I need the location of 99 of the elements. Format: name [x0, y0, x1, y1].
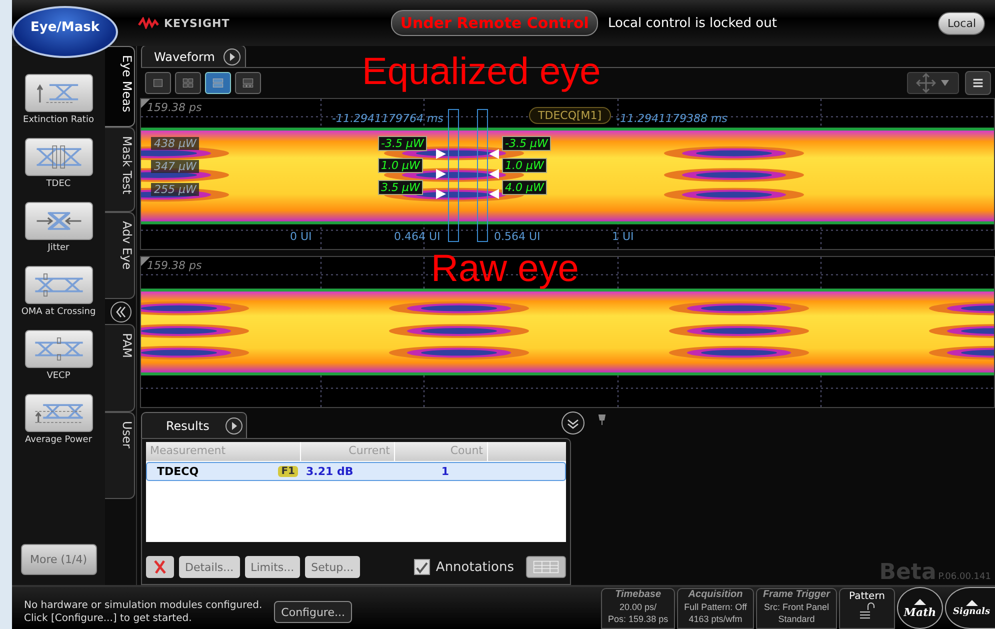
- level-label: 347 µW: [151, 160, 200, 173]
- grid-icon: [533, 559, 559, 575]
- table-row[interactable]: TDECQ F1 3.21 dB 1: [146, 462, 566, 481]
- level-label: 255 µW: [151, 183, 200, 196]
- measurement-button[interactable]: [24, 202, 92, 240]
- measurement-label: TDEC: [46, 178, 71, 190]
- trace-badge: TDECQ[M1]: [529, 107, 611, 124]
- side-tab[interactable]: User: [105, 412, 135, 499]
- wave-logo-icon: [138, 17, 159, 29]
- annotations-label: Annotations: [436, 560, 514, 574]
- side-tab[interactable]: Adv Eye: [105, 212, 135, 299]
- pattern-button[interactable]: Pattern: [839, 588, 895, 629]
- move-icon: [916, 73, 936, 93]
- level-label: 438 µW: [151, 137, 200, 150]
- menu-button[interactable]: [965, 71, 991, 95]
- measurement-button[interactable]: [24, 74, 92, 112]
- time-label: -11.2941179764 ms: [332, 112, 444, 125]
- close-icon: [152, 559, 168, 575]
- side-tab[interactable]: Mask Test: [105, 127, 135, 212]
- round-button[interactable]: Math: [897, 587, 943, 629]
- ui-label: 0 UI: [290, 230, 312, 243]
- layout-button[interactable]: [145, 72, 171, 94]
- ui-label: 1 UI: [612, 230, 634, 243]
- measurement-label: Average Power: [24, 434, 92, 446]
- waveform-tab-label: Waveform: [154, 50, 215, 64]
- reading-label: -3.5 µW: [378, 136, 427, 151]
- column-header: Count: [395, 442, 488, 461]
- status-panel[interactable]: Frame Trigger Src: Front Panel Standard: [756, 588, 837, 629]
- round-button[interactable]: Signals: [945, 587, 995, 629]
- caret-icon: [940, 78, 950, 88]
- column-header: Measurement: [146, 442, 301, 461]
- reading-label: 1.0 µW: [378, 158, 423, 173]
- column-header: Current: [301, 442, 395, 461]
- brand-name: KEYSIGHT: [164, 16, 230, 30]
- ui-label: 0.464 UI: [394, 230, 440, 243]
- pin-icon[interactable]: [597, 414, 607, 426]
- overlay-caption: Equalized eye: [362, 52, 601, 92]
- timestamp-label: 159.38 ps: [147, 259, 202, 272]
- play-icon[interactable]: [225, 416, 244, 434]
- measurement-button[interactable]: [24, 330, 92, 368]
- panel-value: Full Pattern: Off: [684, 601, 747, 613]
- side-tab[interactable]: PAM: [105, 324, 135, 412]
- up-arrow-icon: [964, 599, 978, 607]
- build-label: P.06.00.141: [938, 572, 991, 582]
- table-cell: TDECQ: [157, 465, 199, 478]
- collapse-icon[interactable]: [110, 300, 132, 322]
- measurement-button[interactable]: [24, 266, 92, 304]
- function-tag: F1: [278, 466, 298, 477]
- side-tab[interactable]: Eye Meas: [105, 46, 135, 127]
- configure-button[interactable]: Configure...: [274, 601, 352, 623]
- waveform-tab[interactable]: Waveform: [141, 45, 246, 67]
- panel-value: 4163 pts/wfm: [688, 613, 742, 625]
- time-label: -11.2941179388 ms: [616, 112, 728, 125]
- annotations-checkbox[interactable]: [414, 559, 430, 575]
- timestamp-label: 159.38 ps: [147, 101, 202, 114]
- layout-button[interactable]: [205, 72, 231, 94]
- panel-value: Standard: [778, 613, 815, 625]
- overlay-caption: Raw eye: [431, 249, 579, 289]
- delete-button[interactable]: [146, 556, 174, 578]
- reading-label: 3.5 µW: [378, 180, 423, 195]
- panel-value: 20.00 ps/: [620, 601, 657, 613]
- table-cell-text: 1: [440, 465, 450, 478]
- panel-title: Frame Trigger: [762, 589, 830, 601]
- status-panel[interactable]: Timebase 20.00 ps/ Pos: 159.38 ps: [601, 588, 676, 629]
- panel-title: Acquisition: [688, 589, 743, 601]
- panel-value: Pos: 159.38 ps: [608, 613, 668, 625]
- remote-control-banner: Under Remote Control: [391, 10, 598, 36]
- play-icon[interactable]: [222, 48, 241, 66]
- status-message: No hardware or simulation modules configured.: [24, 599, 262, 612]
- checkmark-icon: [414, 560, 429, 574]
- remote-message: Local control is locked out: [608, 16, 777, 30]
- status-panel[interactable]: Acquisition Full Pattern: Off 4163 pts/wfm: [677, 588, 754, 629]
- measurement-label: Jitter: [48, 242, 70, 254]
- layout-button[interactable]: [235, 72, 261, 94]
- table-cell-text: 3.21 dB: [305, 465, 354, 478]
- measurement-label: VECP: [46, 370, 70, 382]
- lock-icon: [858, 602, 876, 620]
- panel-value: Src: Front Panel: [764, 601, 829, 613]
- results-tab-label: Results: [166, 418, 210, 432]
- cursor-marker[interactable]: [477, 109, 488, 242]
- reading-label: -3.5 µW: [502, 136, 551, 151]
- expand-icon[interactable]: [561, 411, 585, 435]
- mode-button[interactable]: Eye/Mask: [12, 6, 118, 58]
- layout-button[interactable]: [175, 72, 201, 94]
- up-arrow-icon: [913, 598, 927, 606]
- status-message: Click [Configure...] to get started.: [24, 612, 193, 625]
- ui-label: 0.564 UI: [494, 230, 540, 243]
- cursor-marker[interactable]: [448, 109, 459, 242]
- reading-label: 1.0 µW: [502, 158, 547, 173]
- measurement-button[interactable]: [24, 394, 92, 432]
- panel-title: Timebase: [615, 589, 662, 601]
- table-view-button[interactable]: [526, 556, 566, 578]
- local-button[interactable]: Local: [938, 12, 985, 34]
- results-tab[interactable]: Results: [141, 412, 248, 438]
- measurement-label: OMA at Crossing: [21, 306, 96, 318]
- reading-label: 4.0 µW: [502, 180, 547, 195]
- measurement-button[interactable]: [24, 138, 92, 176]
- pan-button[interactable]: [907, 72, 959, 94]
- measurement-label: Extinction Ratio: [23, 114, 94, 126]
